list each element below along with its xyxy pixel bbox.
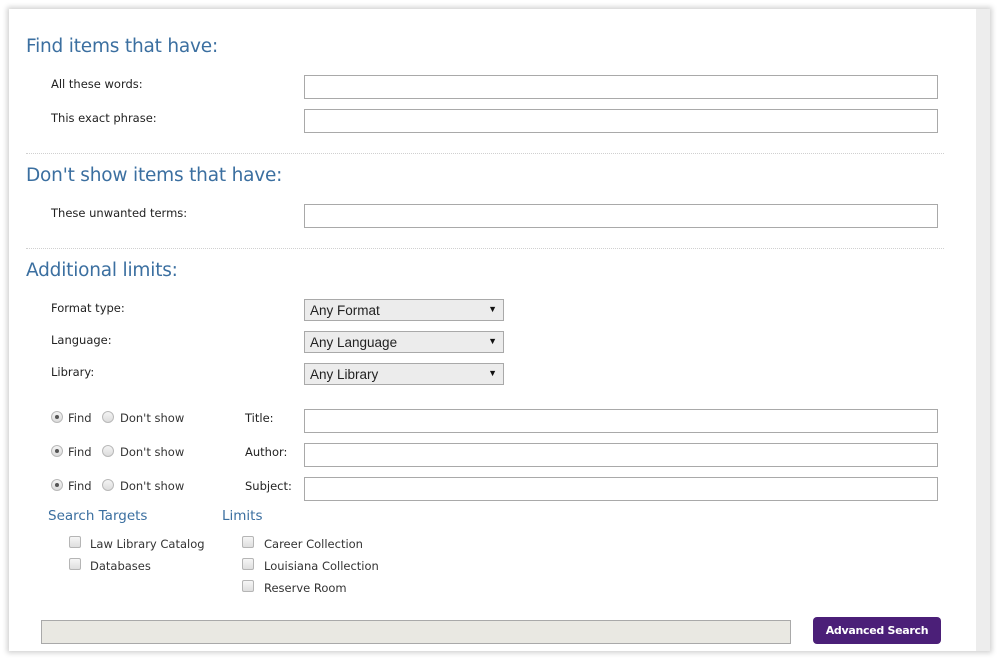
unwanted-terms-label: These unwanted terms:	[51, 206, 188, 220]
author-dont-show-radio[interactable]	[102, 445, 114, 457]
triangle-down-icon: ▼	[488, 304, 497, 314]
subject-input[interactable]	[304, 477, 938, 501]
subject-find-label: Find	[68, 479, 92, 493]
limits-heading: Limits	[222, 508, 263, 524]
scrollbar[interactable]	[976, 9, 990, 651]
law-library-catalog-checkbox[interactable]	[69, 536, 81, 548]
advanced-search-button[interactable]: Advanced Search	[813, 617, 941, 644]
library-select[interactable]: Any Library ▼	[304, 363, 504, 385]
section-divider	[26, 248, 944, 249]
title-label: Title:	[245, 411, 274, 425]
title-find-label: Find	[68, 411, 92, 425]
author-label: Author:	[245, 445, 288, 459]
library-label: Library:	[51, 365, 95, 379]
author-input[interactable]	[304, 443, 938, 467]
databases-label: Databases	[90, 559, 151, 573]
format-type-label: Format type:	[51, 301, 125, 315]
language-label: Language:	[51, 333, 112, 347]
title-dont-show-label: Don't show	[120, 411, 185, 425]
subject-dont-show-label: Don't show	[120, 479, 185, 493]
subject-find-radio[interactable]	[51, 479, 63, 491]
exact-phrase-label: This exact phrase:	[51, 111, 157, 125]
search-targets-heading: Search Targets	[48, 508, 148, 524]
exclude-heading: Don't show items that have:	[26, 165, 283, 186]
all-words-input[interactable]	[304, 75, 938, 99]
section-divider	[26, 153, 944, 154]
triangle-down-icon: ▼	[488, 368, 497, 378]
advanced-search-panel: Find items that have: All these words: T…	[9, 9, 990, 651]
title-find-radio[interactable]	[51, 411, 63, 423]
databases-checkbox[interactable]	[69, 558, 81, 570]
library-value: Any Library	[310, 367, 379, 382]
format-type-value: Any Format	[310, 303, 380, 318]
author-find-radio[interactable]	[51, 445, 63, 457]
reserve-room-label: Reserve Room	[264, 581, 347, 595]
author-dont-show-label: Don't show	[120, 445, 185, 459]
subject-label: Subject:	[245, 479, 292, 493]
find-heading: Find items that have:	[26, 36, 218, 57]
louisiana-collection-label: Louisiana Collection	[264, 559, 379, 573]
language-select[interactable]: Any Language ▼	[304, 331, 504, 353]
unwanted-terms-input[interactable]	[304, 204, 938, 228]
career-collection-label: Career Collection	[264, 537, 363, 551]
format-type-select[interactable]: Any Format ▼	[304, 299, 504, 321]
status-bar	[41, 620, 791, 644]
career-collection-checkbox[interactable]	[242, 536, 254, 548]
louisiana-collection-checkbox[interactable]	[242, 558, 254, 570]
title-input[interactable]	[304, 409, 938, 433]
all-words-label: All these words:	[51, 77, 143, 91]
additional-limits-heading: Additional limits:	[26, 260, 178, 281]
title-dont-show-radio[interactable]	[102, 411, 114, 423]
law-library-catalog-label: Law Library Catalog	[90, 537, 205, 551]
language-value: Any Language	[310, 335, 398, 350]
triangle-down-icon: ▼	[488, 336, 497, 346]
author-find-label: Find	[68, 445, 92, 459]
exact-phrase-input[interactable]	[304, 109, 938, 133]
reserve-room-checkbox[interactable]	[242, 580, 254, 592]
subject-dont-show-radio[interactable]	[102, 479, 114, 491]
